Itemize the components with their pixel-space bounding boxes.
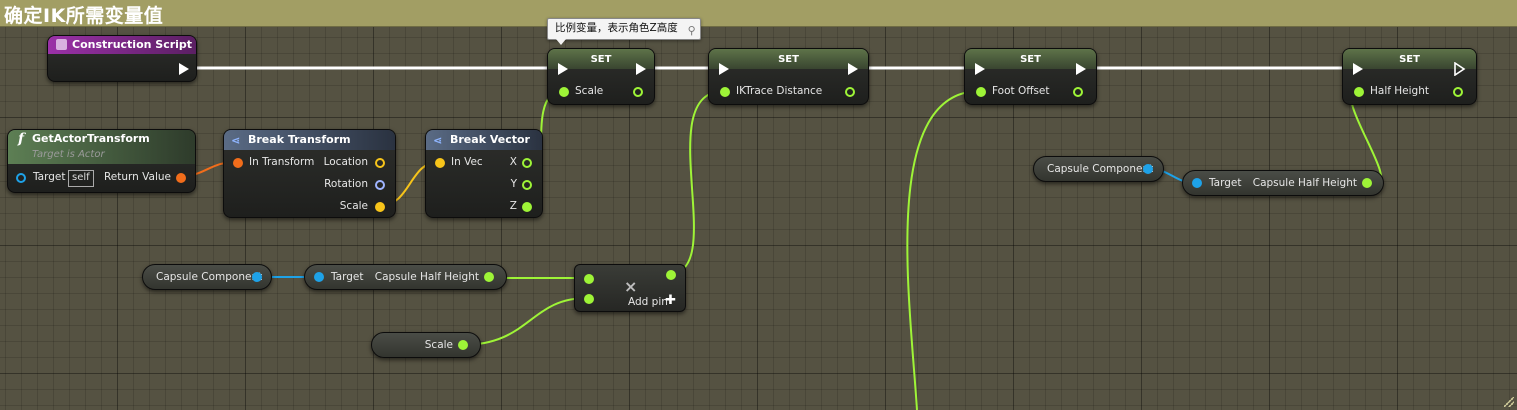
capsule-component-variable[interactable]: Capsule Component bbox=[1033, 156, 1164, 182]
rotation-pin[interactable] bbox=[375, 180, 385, 190]
comment-resize-handle[interactable] bbox=[1504, 397, 1514, 407]
float-wire[interactable] bbox=[906, 90, 981, 410]
pin-label: Target bbox=[1209, 177, 1242, 189]
capsule-out-pin[interactable] bbox=[252, 272, 262, 282]
get-capsule-half-height-node[interactable]: Target Capsule Half Height bbox=[1182, 170, 1384, 196]
node-title: SET bbox=[778, 54, 799, 65]
pin-label: In Vec bbox=[451, 156, 483, 168]
scale-variable[interactable]: Scale bbox=[371, 332, 481, 358]
pin-label: Return Value bbox=[103, 171, 171, 183]
pin-label: Half Height bbox=[1370, 85, 1429, 97]
exec-out-pin-unconnected[interactable] bbox=[1454, 62, 1466, 76]
float-wire[interactable] bbox=[668, 90, 725, 275]
in-transform-pin[interactable] bbox=[233, 158, 243, 168]
half-height-in-pin[interactable] bbox=[1354, 87, 1364, 97]
pin-label: Y bbox=[510, 178, 517, 190]
iktrace-in-pin[interactable] bbox=[720, 87, 730, 97]
pin-label: Capsule Half Height bbox=[1252, 177, 1357, 189]
return-value-pin[interactable] bbox=[176, 173, 186, 183]
pin-label: Location bbox=[323, 156, 368, 168]
foot-offset-out-pin[interactable] bbox=[1073, 87, 1083, 97]
target-pin[interactable] bbox=[16, 173, 26, 183]
exec-in-pin[interactable] bbox=[1353, 63, 1363, 75]
node-title: Construction Script bbox=[72, 38, 193, 51]
half-height-out-pin[interactable] bbox=[1362, 178, 1372, 188]
scale-pin[interactable] bbox=[375, 202, 385, 212]
pin-label: Target bbox=[33, 171, 66, 183]
break-vector-node[interactable]: ⋖ Break Vector In Vec X Y Z bbox=[425, 129, 543, 218]
float-wire[interactable] bbox=[461, 297, 588, 346]
node-title: GetActorTransform bbox=[32, 132, 150, 145]
pin-label: Foot Offset bbox=[992, 85, 1050, 97]
set-iktrace-distance-node[interactable]: SET IKTrace Distance bbox=[708, 48, 869, 105]
pin-label: Z bbox=[509, 200, 517, 212]
scale-out-pin[interactable] bbox=[458, 340, 468, 350]
pin-label: In Transform bbox=[249, 156, 315, 168]
tooltip-text: 比例变量，表示角色Z高度 bbox=[555, 22, 678, 34]
x-pin[interactable] bbox=[522, 158, 532, 168]
pin-label: Target bbox=[331, 271, 364, 283]
foot-offset-in-pin[interactable] bbox=[976, 87, 986, 97]
half-height-out-pin[interactable] bbox=[1453, 87, 1463, 97]
pin-label: Scale bbox=[339, 200, 368, 212]
target-pin[interactable] bbox=[1192, 178, 1202, 188]
multiply-node[interactable]: × Add pin ✚ bbox=[574, 264, 686, 312]
in-vec-pin[interactable] bbox=[435, 158, 445, 168]
get-actor-transform-node[interactable]: f GetActorTransform Target is Actor Targ… bbox=[7, 129, 196, 193]
struct-icon: ⋖ bbox=[231, 134, 241, 147]
pin-icon[interactable]: ⚲ bbox=[688, 21, 696, 40]
exec-out-pin[interactable] bbox=[848, 63, 858, 75]
exec-out-pin[interactable] bbox=[636, 63, 646, 75]
pin-label: X bbox=[509, 156, 517, 168]
pin-label: Scale bbox=[575, 85, 604, 97]
pin-label: Capsule Half Height bbox=[374, 271, 479, 283]
function-icon: f bbox=[18, 131, 25, 147]
construction-script-node[interactable]: Construction Script bbox=[47, 35, 197, 82]
target-pin[interactable] bbox=[314, 272, 324, 282]
iktrace-out-pin[interactable] bbox=[845, 87, 855, 97]
pin-label: Rotation bbox=[324, 178, 368, 190]
self-field[interactable]: self bbox=[68, 170, 94, 187]
set-foot-offset-node[interactable]: SET Foot Offset bbox=[964, 48, 1097, 105]
exec-out-pin[interactable] bbox=[179, 63, 189, 75]
y-pin[interactable] bbox=[522, 180, 532, 190]
set-half-height-node[interactable]: SET Half Height bbox=[1342, 48, 1477, 105]
exec-out-pin[interactable] bbox=[1076, 63, 1086, 75]
comment-tooltip: 比例变量，表示角色Z高度 ⚲ bbox=[547, 18, 701, 45]
node-subtitle: Target is Actor bbox=[32, 149, 105, 160]
struct-icon: ⋖ bbox=[433, 134, 443, 147]
variable-label: Capsule Component bbox=[156, 271, 263, 283]
multiply-icon: × bbox=[624, 277, 638, 296]
node-title: Break Vector bbox=[450, 133, 530, 146]
set-scale-node[interactable]: SET Scale bbox=[547, 48, 655, 105]
capsule-component-variable[interactable]: Capsule Component bbox=[142, 264, 272, 290]
blueprint-graph[interactable]: 确定IK所需变量值 Construction Script f GetActor… bbox=[0, 0, 1517, 410]
exec-in-pin[interactable] bbox=[558, 63, 568, 75]
event-icon bbox=[56, 39, 67, 50]
scale-out-pin[interactable] bbox=[633, 87, 643, 97]
multiply-in-b-pin[interactable] bbox=[584, 294, 594, 304]
get-capsule-half-height-node[interactable]: Target Capsule Half Height bbox=[304, 264, 507, 290]
exec-in-pin[interactable] bbox=[975, 63, 985, 75]
node-title: Break Transform bbox=[248, 133, 351, 146]
variable-label: Scale bbox=[424, 339, 453, 351]
pin-label: IKTrace Distance bbox=[736, 85, 823, 97]
z-pin[interactable] bbox=[522, 202, 532, 212]
plus-icon[interactable]: ✚ bbox=[665, 293, 676, 308]
multiply-in-a-pin[interactable] bbox=[584, 274, 594, 284]
half-height-out-pin[interactable] bbox=[484, 272, 494, 282]
multiply-out-pin[interactable] bbox=[666, 270, 676, 280]
break-transform-node[interactable]: ⋖ Break Transform In Transform Location … bbox=[223, 129, 396, 218]
exec-in-pin[interactable] bbox=[719, 63, 729, 75]
capsule-out-pin[interactable] bbox=[1143, 164, 1153, 174]
tooltip-tail bbox=[556, 39, 566, 45]
location-pin[interactable] bbox=[375, 158, 385, 168]
variable-label: Capsule Component bbox=[1047, 163, 1154, 175]
add-pin-label[interactable]: Add pin bbox=[628, 296, 668, 308]
scale-in-pin[interactable] bbox=[559, 87, 569, 97]
